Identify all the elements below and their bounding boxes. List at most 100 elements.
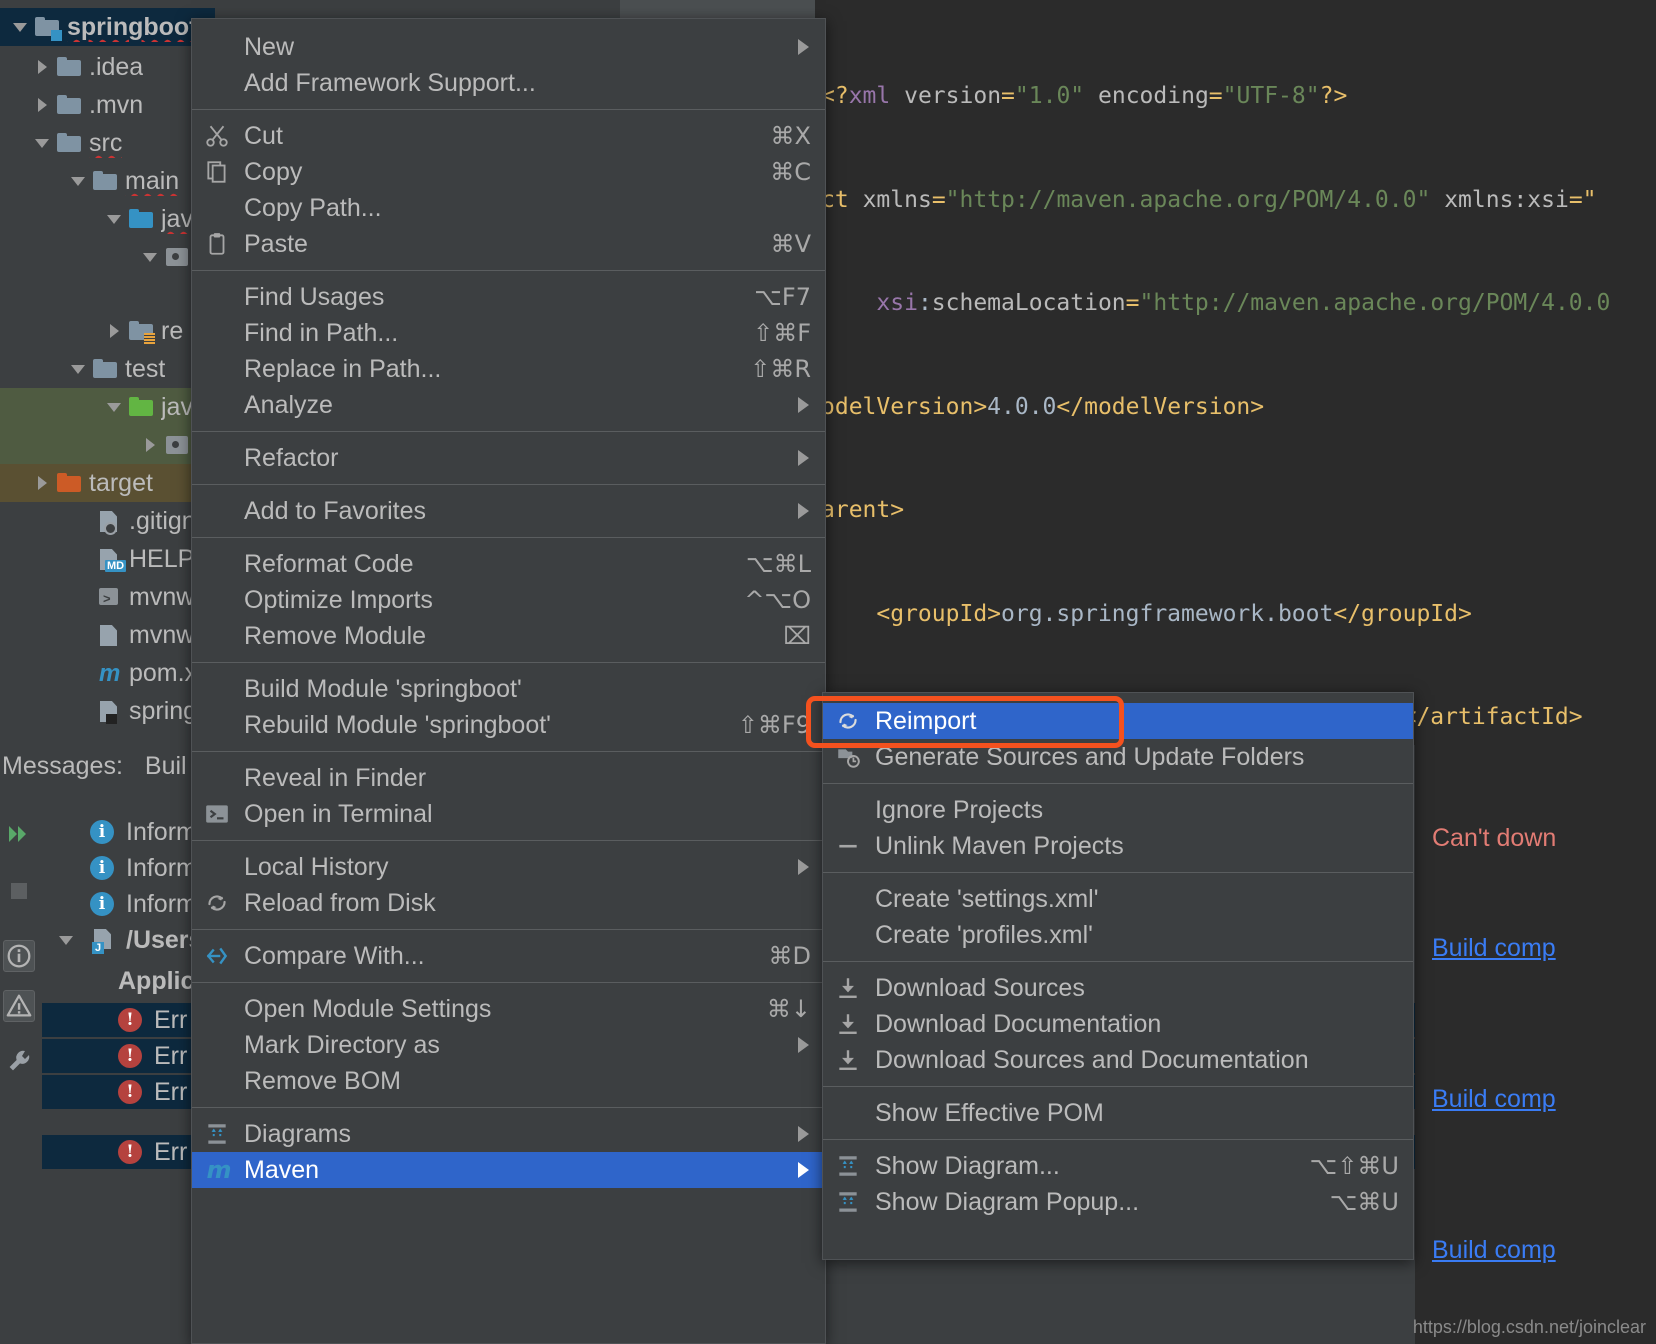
tree-node-target[interactable]: target [0, 464, 215, 502]
text-file-icon [96, 625, 122, 645]
stop-icon[interactable] [3, 875, 35, 907]
tree-node--mvn[interactable]: .mvn [0, 86, 215, 124]
menu-icon-placeholder [204, 70, 234, 96]
chevron-down-icon[interactable] [32, 132, 54, 154]
project-context-menu[interactable]: New Add Framework Support... Cut ⌘X Copy ⌘C Co… [191, 18, 826, 1344]
maven-submenu[interactable]: Reimport Generate Sources and Update Fold… [822, 692, 1414, 1260]
diagram-icon [835, 1153, 865, 1179]
menu-item-refactor[interactable]: Refactor [192, 440, 825, 476]
menu-item-open-module-settings[interactable]: Open Module Settings ⌘↓ [192, 991, 825, 1027]
submenu-item-reimport[interactable]: Reimport [823, 703, 1413, 739]
menu-item-replace-in-path[interactable]: Replace in Path... ⇧⌘R [192, 351, 825, 387]
submenu-item-show-diagram[interactable]: Show Diagram... ⌥⇧⌘U [823, 1148, 1413, 1184]
tree-node-label: mvnw [129, 582, 195, 611]
menu-item-local-history[interactable]: Local History [192, 849, 825, 885]
chevron-right-icon [798, 450, 809, 466]
tree-node--idea[interactable]: .idea [0, 48, 215, 86]
build-output-detail[interactable]: Can't down Build comp Build comp Build comp… [1415, 788, 1656, 1344]
chevron-down-icon[interactable] [56, 929, 78, 951]
submenu-item-download-documentation[interactable]: Download Documentation [823, 1006, 1413, 1042]
tree-node-pom-xm[interactable]: m pom.xm [0, 654, 215, 692]
menu-icon-placeholder [204, 195, 234, 221]
menu-item-add-framework-support[interactable]: Add Framework Support... [192, 65, 825, 101]
menu-item-rebuild-module-springboot[interactable]: Rebuild Module 'springboot' ⇧⌘F9 [192, 707, 825, 743]
filter-warning-icon[interactable] [3, 990, 35, 1022]
submenu-item-download-sources-and-documentation[interactable]: Download Sources and Documentation [823, 1042, 1413, 1078]
error-icon: ! [118, 1140, 142, 1164]
tree-node-label: src [89, 128, 123, 157]
submenu-item-show-diagram-popup[interactable]: Show Diagram Popup... ⌥⌘U [823, 1184, 1413, 1220]
menu-item-copy[interactable]: Copy ⌘C [192, 154, 825, 190]
build-completed-link[interactable]: Build comp [1432, 1085, 1556, 1114]
tree-node-help-m[interactable]: MD HELP.m [0, 540, 215, 578]
tree-node-item-6[interactable] [0, 238, 215, 276]
menu-item-diagrams[interactable]: Diagrams [192, 1116, 825, 1152]
messages-tab-build[interactable]: Buil [145, 752, 187, 781]
submenu-item-show-effective-pom[interactable]: Show Effective POM [823, 1095, 1413, 1131]
filter-info-icon[interactable] [3, 940, 35, 972]
tree-node-jav[interactable]: jav [0, 200, 215, 238]
menu-item-paste[interactable]: Paste ⌘V [192, 226, 825, 262]
chevron-right-icon[interactable] [32, 94, 54, 116]
settings-wrench-icon[interactable] [3, 1045, 35, 1077]
chevron-right-icon [798, 39, 809, 55]
menu-item-open-in-terminal[interactable]: Open in Terminal [192, 796, 825, 832]
menu-item-optimize-imports[interactable]: Optimize Imports ^⌥O [192, 582, 825, 618]
tree-node-mvnw[interactable]: > mvnw [0, 578, 215, 616]
module-folder-icon [34, 17, 62, 41]
tree-node-mvnw-c[interactable]: mvnw.c [0, 616, 215, 654]
submenu-item-create-settings-xml[interactable]: Create 'settings.xml' [823, 881, 1413, 917]
chevron-down-icon[interactable] [68, 170, 90, 192]
tree-node-src[interactable]: src [0, 124, 215, 162]
menu-item-build-module-springboot[interactable]: Build Module 'springboot' [192, 671, 825, 707]
menu-item-new[interactable]: New [192, 29, 825, 65]
menu-item-reformat-code[interactable]: Reformat Code ⌥⌘L [192, 546, 825, 582]
tree-node-test[interactable]: test [0, 350, 215, 388]
menu-item-cut[interactable]: Cut ⌘X [192, 118, 825, 154]
tree-node-jav[interactable]: jav [0, 388, 215, 426]
menu-item-analyze[interactable]: Analyze [192, 387, 825, 423]
menu-item-find-usages[interactable]: Find Usages ⌥F7 [192, 279, 825, 315]
menu-item-mark-directory-as[interactable]: Mark Directory as [192, 1027, 825, 1063]
chevron-down-icon[interactable] [68, 358, 90, 380]
menu-item-copy-path[interactable]: Copy Path... [192, 190, 825, 226]
menu-item-reveal-in-finder[interactable]: Reveal in Finder [192, 760, 825, 796]
submenu-item-download-sources[interactable]: Download Sources [823, 970, 1413, 1006]
build-completed-link[interactable]: Build comp [1432, 934, 1556, 963]
editor-tab-active[interactable] [620, 0, 815, 18]
chevron-down-icon[interactable] [10, 16, 32, 38]
tree-node-springboot[interactable]: springboot [0, 8, 215, 46]
chevron-down-icon[interactable] [104, 396, 126, 418]
chevron-right-icon[interactable] [32, 472, 54, 494]
menu-item-find-in-path[interactable]: Find in Path... ⇧⌘F [192, 315, 825, 351]
project-tree[interactable]: springboot .idea .mvn src main jav re test jav ta… [0, 0, 215, 745]
menu-item-remove-module[interactable]: Remove Module ⌧ [192, 618, 825, 654]
submenu-item-generate-sources-and-update-folders[interactable]: Generate Sources and Update Folders [823, 739, 1413, 775]
menu-item-add-to-favorites[interactable]: Add to Favorites [192, 493, 825, 529]
submenu-item-ignore-projects[interactable]: Ignore Projects [823, 792, 1413, 828]
menu-separator [192, 431, 825, 432]
build-completed-link[interactable]: Build comp [1432, 1236, 1556, 1265]
chevron-down-icon[interactable] [104, 208, 126, 230]
chevron-right-icon[interactable] [140, 434, 162, 456]
menu-item-label: Add to Favorites [244, 496, 427, 525]
menu-item-remove-bom[interactable]: Remove BOM [192, 1063, 825, 1099]
menu-item-maven[interactable]: m Maven [192, 1152, 825, 1188]
menu-item-reload-from-disk[interactable]: Reload from Disk [192, 885, 825, 921]
menu-item-compare-with[interactable]: Compare With... ⌘D [192, 938, 825, 974]
tree-node-re[interactable]: re [0, 312, 215, 350]
tree-node-springbo[interactable]: springbo [0, 692, 215, 730]
tree-node-main[interactable]: main [0, 162, 215, 200]
chevron-right-icon[interactable] [104, 320, 126, 342]
submenu-item-unlink-maven-projects[interactable]: Unlink Maven Projects [823, 828, 1413, 864]
submenu-item-create-profiles-xml[interactable]: Create 'profiles.xml' [823, 917, 1413, 953]
menu-separator [823, 961, 1413, 962]
tree-node--gitignor[interactable]: .gitignor [0, 502, 215, 540]
menu-item-shortcut: ⇧⌘F9 [737, 711, 811, 739]
tree-node-item-10[interactable] [0, 426, 215, 464]
chevron-down-icon[interactable] [140, 246, 162, 268]
chevron-right-icon[interactable] [32, 56, 54, 78]
rerun-icon[interactable] [3, 818, 35, 850]
